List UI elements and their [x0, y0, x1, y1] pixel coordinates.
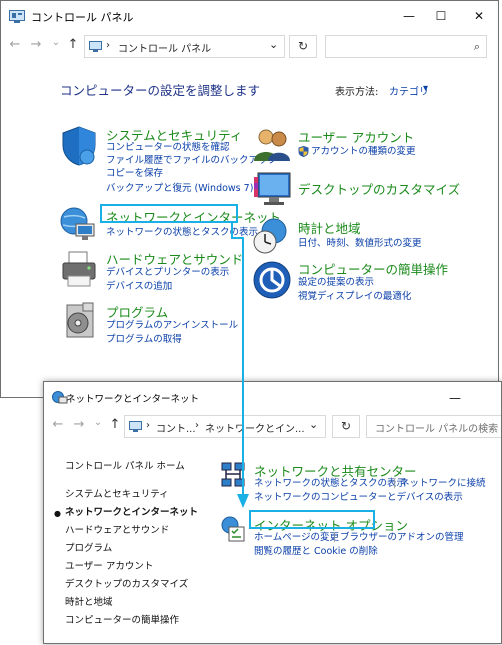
connector-arrow	[231, 223, 249, 508]
